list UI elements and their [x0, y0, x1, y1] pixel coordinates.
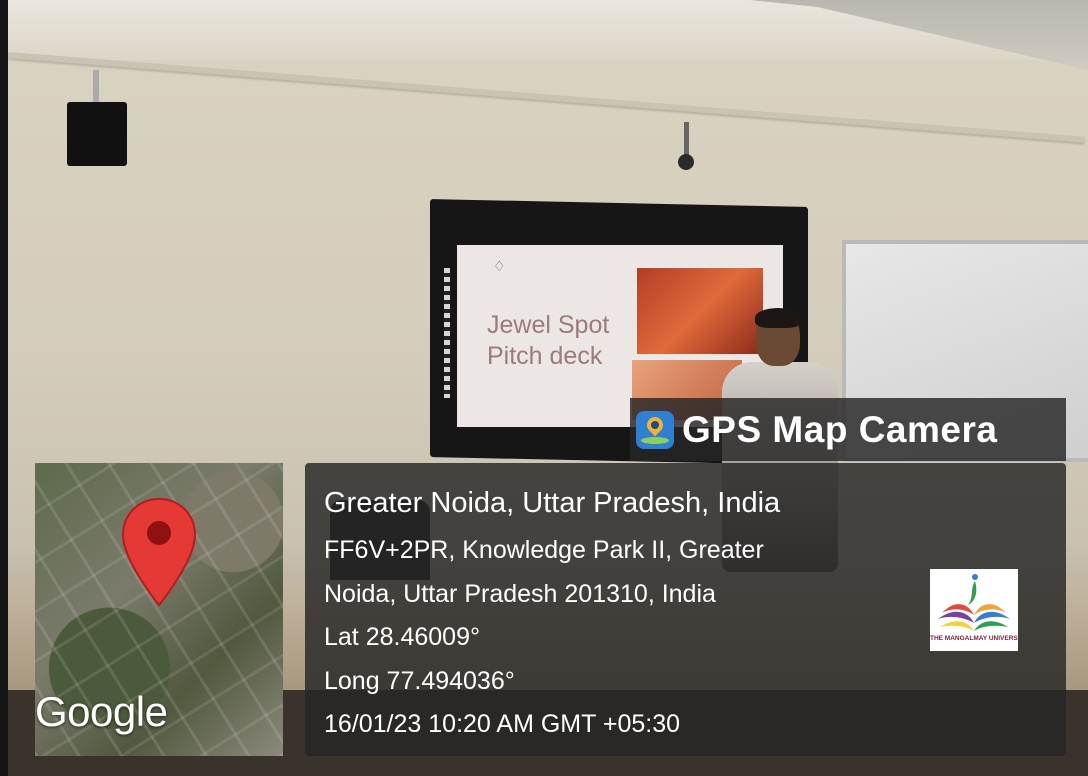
slide-title-line: Jewel Spot: [487, 311, 610, 339]
latitude: Lat 28.46009°: [324, 623, 480, 651]
longitude: Long 77.494036°: [324, 667, 515, 695]
location-pin-icon: [121, 497, 197, 607]
map-provider-logo: Google: [35, 688, 168, 735]
address-line: FF6V+2PR, Knowledge Park II, Greater: [324, 536, 764, 564]
wall-speaker: [67, 102, 127, 166]
address-line: Noida, Uttar Pradesh 201310, India: [324, 580, 716, 608]
gps-map-camera-icon: [636, 410, 674, 449]
slide-title: Jewel Spot Pitch deck: [487, 310, 609, 372]
timestamp: 16/01/23 10:20 AM GMT +05:30: [324, 710, 681, 738]
app-name: GPS Map Camera: [682, 408, 998, 450]
slide-title-line: Pitch deck: [487, 342, 603, 370]
board-toolbar: [444, 268, 450, 398]
speaker-mount: [93, 70, 99, 104]
diamond-icon: ♢: [493, 258, 506, 274]
location-title: Greater Noida, Uttar Pradesh, India: [324, 487, 781, 519]
university-name: THE MANGALMAY UNIVERSITY: [930, 635, 1018, 642]
wall-conduit: [7, 52, 1085, 143]
university-logo: THE MANGALMAY UNIVERSITY: [930, 569, 1018, 651]
app-badge: GPS Map Camera: [630, 398, 1066, 461]
image-border: [0, 0, 8, 776]
cctv-camera: [678, 122, 694, 174]
